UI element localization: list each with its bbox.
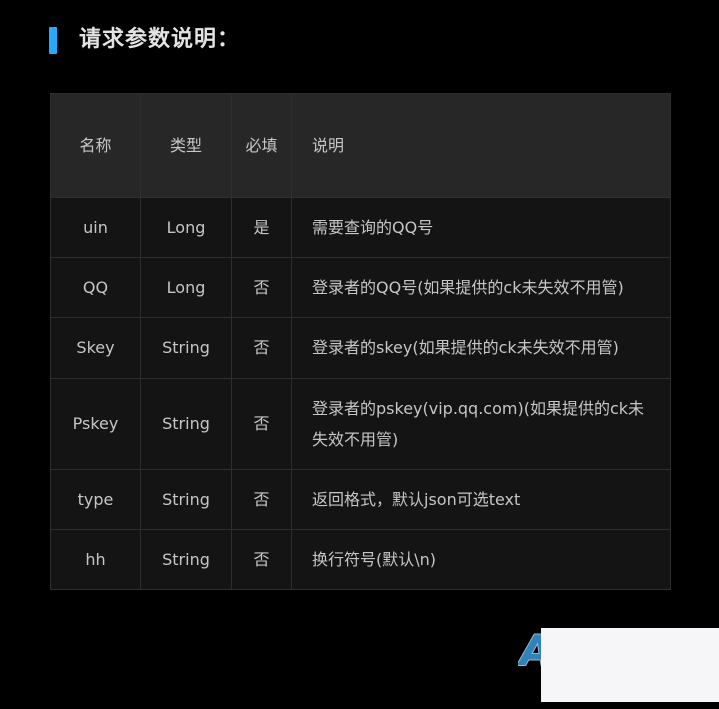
table-header-row: 名称 类型 必填 说明 [50, 93, 671, 198]
cell-param-description: 登录者的skey(如果提供的ck未失效不用管) [291, 317, 671, 379]
cell-param-type: Long [140, 196, 232, 259]
table-row: hh String 否 换行符号(默认\n) [50, 529, 671, 591]
accent-bar-icon [49, 26, 57, 54]
cell-param-description: 换行符号(默认\n) [291, 529, 671, 591]
cell-param-type: Long [140, 257, 232, 319]
cell-param-required: 否 [231, 529, 292, 591]
column-header-required: 必填 [231, 93, 292, 198]
overlay-panel [541, 628, 719, 702]
cell-param-required: 否 [231, 257, 292, 319]
cell-param-required: 是 [231, 196, 292, 259]
table-row: QQ Long 否 登录者的QQ号(如果提供的ck未失效不用管) [50, 257, 671, 319]
page-title: 请求参数说明： [79, 27, 241, 52]
cell-param-description: 返回格式，默认json可选text [291, 468, 671, 531]
cell-param-required: 否 [231, 468, 292, 531]
cell-param-description: 需要查询的QQ号 [291, 196, 671, 259]
cell-param-name: Pskey [50, 377, 141, 470]
table-row: Skey String 否 登录者的skey(如果提供的ck未失效不用管) [50, 317, 671, 379]
cell-param-name: type [50, 468, 141, 531]
cell-param-name: QQ [50, 257, 141, 319]
table-body: uin Long 是 需要查询的QQ号 QQ Long 否 登录者的QQ号(如果… [50, 196, 671, 591]
cell-param-type: String [140, 468, 232, 531]
column-header-description: 说明 [291, 93, 671, 198]
request-parameters-table: 名称 类型 必填 说明 uin Long 是 需要查询的QQ号 QQ Long … [50, 93, 671, 591]
column-header-type: 类型 [140, 93, 232, 198]
table-row: uin Long 是 需要查询的QQ号 [50, 196, 671, 259]
cell-param-name: hh [50, 529, 141, 591]
cell-param-name: uin [50, 196, 141, 259]
cell-param-name: Skey [50, 317, 141, 379]
table-row: Pskey String 否 登录者的pskey(vip.qq.com)(如果提… [50, 377, 671, 470]
section-heading: 请求参数说明： [49, 24, 240, 56]
cell-param-description: 登录者的QQ号(如果提供的ck未失效不用管) [291, 257, 671, 319]
cell-param-type: String [140, 529, 232, 591]
column-header-name: 名称 [50, 93, 141, 198]
cell-param-description: 登录者的pskey(vip.qq.com)(如果提供的ck未失效不用管) [291, 377, 671, 470]
column-header-required-label: 必填 [245, 135, 278, 155]
cell-param-required: 否 [231, 377, 292, 470]
cell-param-required: 否 [231, 317, 292, 379]
table-header: 名称 类型 必填 说明 [50, 93, 671, 198]
cell-param-type: String [140, 377, 232, 470]
cell-param-type: String [140, 317, 232, 379]
table-row: type String 否 返回格式，默认json可选text [50, 468, 671, 531]
